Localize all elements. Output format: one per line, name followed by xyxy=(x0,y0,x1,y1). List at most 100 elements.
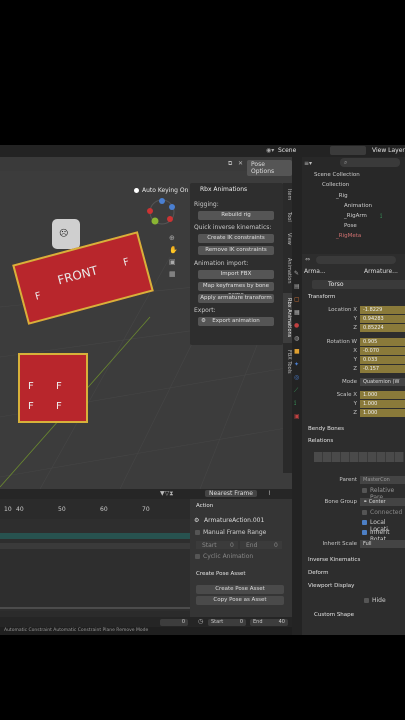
inherit-rotation-checkbox[interactable] xyxy=(362,530,367,535)
location-z-field[interactable]: 0.85224 xyxy=(360,324,405,332)
custom-shape-header[interactable]: Custom Shape xyxy=(314,612,354,618)
start-frame-field[interactable]: Start 0 xyxy=(208,619,246,626)
pose-options-dropdown[interactable]: Pose Options xyxy=(247,160,292,176)
scene-field[interactable] xyxy=(330,146,366,155)
physics-icon[interactable]: ◎ xyxy=(294,371,300,384)
scale-x-field[interactable]: 1.000 xyxy=(360,391,405,399)
overlay-icon[interactable]: ⧉ xyxy=(228,160,232,168)
current-frame-field[interactable]: 0 xyxy=(160,619,188,626)
action-name[interactable]: ArmatureAction.001 xyxy=(204,517,264,524)
channel-row[interactable] xyxy=(0,543,190,549)
bendy-bones-header[interactable]: Bendy Bones xyxy=(308,426,344,432)
bone-name-field[interactable] xyxy=(312,280,405,289)
3d-viewport[interactable]: ⧉ ✕ Pose Options Auto Keying On ⊕ ✋ ▣ ▦ … xyxy=(0,157,292,489)
outliner-search[interactable] xyxy=(340,158,400,167)
outliner-item[interactable]: _Rig xyxy=(336,193,348,199)
action-header[interactable]: Action xyxy=(196,503,213,509)
scene-collection[interactable]: Scene Collection xyxy=(314,172,360,178)
view-layer-selector[interactable]: View Layer xyxy=(372,147,405,154)
rotation-w-field[interactable]: 0.905 xyxy=(360,338,405,346)
bone-constraint-icon[interactable]: ⟟ xyxy=(294,397,300,410)
outliner-item[interactable]: _RigArm xyxy=(344,213,367,219)
outliner-item[interactable]: Animation xyxy=(344,203,372,209)
transform-header[interactable]: Transform xyxy=(308,294,335,300)
tab-view[interactable]: View xyxy=(283,229,292,249)
action-editor[interactable]: ▼▽⧗ Nearest Frame ⌇ 10 40 50 60 70 Actio… xyxy=(0,489,292,635)
connected-checkbox[interactable] xyxy=(362,510,367,515)
snap-icon[interactable]: ⌇ xyxy=(268,490,271,497)
viewport-display-header[interactable]: Viewport Display xyxy=(308,583,354,589)
tab-animation[interactable]: Animation xyxy=(283,251,292,291)
bone-group-field[interactable]: ⚭ Center xyxy=(360,498,405,506)
world-icon[interactable]: ◍ xyxy=(294,332,300,345)
camera-icon[interactable]: ▣ xyxy=(169,256,178,268)
rotation-y-field[interactable]: 0.033 xyxy=(360,356,405,364)
properties-editor[interactable]: ⇔ Arma... Armature... Torso Transform Lo… xyxy=(302,254,405,635)
bone-icon[interactable]: ⟋ xyxy=(294,384,300,397)
properties-tab-icons[interactable]: ✎ ▤ ▢ ▦ ● ◍ ■ ✦ ◎ ⟋ ⟟ ▣ xyxy=(294,267,300,423)
relative-parent-checkbox[interactable] xyxy=(362,488,367,493)
remove-ik-button[interactable]: Remove IK constraints xyxy=(198,246,274,255)
create-pose-header[interactable]: Create Pose Asset xyxy=(196,571,246,577)
create-pose-asset-button[interactable]: Create Pose Asset xyxy=(196,585,284,594)
inherit-scale-dropdown[interactable]: Full xyxy=(360,540,405,548)
map-keyframes-button[interactable]: Map keyframes by bone name xyxy=(198,282,274,298)
render-icon[interactable]: ▤ xyxy=(294,280,300,293)
zoom-icon[interactable]: ⊕ xyxy=(169,232,178,244)
close-icon[interactable]: ✕ xyxy=(238,160,243,167)
scale-z-field[interactable]: 1.000 xyxy=(360,409,405,417)
character-legs[interactable]: F F F F xyxy=(18,353,88,423)
local-location-checkbox[interactable] xyxy=(362,520,367,525)
grid-view-icon[interactable]: ▦ xyxy=(169,268,178,280)
scene-icon[interactable]: ◉▾ xyxy=(266,147,274,154)
rotation-mode-dropdown[interactable]: Quaternion (W xyxy=(360,378,405,386)
pin-icon[interactable]: ⇔ xyxy=(305,256,310,263)
snap-mode-dropdown[interactable]: Nearest Frame xyxy=(205,490,257,497)
rotation-z-field[interactable]: -0.157 xyxy=(360,365,405,373)
scale-y-field[interactable]: 1.000 xyxy=(360,400,405,408)
collection[interactable]: Collection xyxy=(322,182,349,188)
rebuild-rig-button[interactable]: Rebuild rig xyxy=(198,211,274,220)
copy-pose-asset-button[interactable]: Copy Pose as Asset xyxy=(196,596,284,605)
apply-transform-button[interactable]: Apply armature transform xyxy=(198,294,274,303)
scrollbar[interactable] xyxy=(0,607,190,609)
view-layer-icon[interactable]: ▦ xyxy=(294,306,300,319)
keyframe-area[interactable] xyxy=(0,519,190,611)
tab-item[interactable]: Item xyxy=(283,185,292,205)
cyclic-checkbox[interactable] xyxy=(195,554,200,559)
relations-header[interactable]: Relations xyxy=(308,438,333,444)
bone-layers-grid[interactable] xyxy=(314,452,404,462)
inverse-kinematics-header[interactable]: Inverse Kinematics xyxy=(308,557,360,563)
object-icon[interactable]: ■ xyxy=(294,345,300,358)
parent-field[interactable]: MasterCon xyxy=(360,476,405,484)
tool-icon[interactable]: ✎ xyxy=(294,267,300,280)
properties-search[interactable] xyxy=(316,256,396,264)
import-fbx-button[interactable]: Import FBX xyxy=(198,270,274,279)
character-head[interactable]: ☹ xyxy=(52,219,80,249)
channel-row[interactable] xyxy=(0,533,190,539)
modifier-icon[interactable]: ✦ xyxy=(294,358,300,371)
create-ik-button[interactable]: Create IK constraints xyxy=(198,234,274,243)
pan-hand-icon[interactable]: ✋ xyxy=(169,244,178,256)
end-frame-field[interactable]: End 40 xyxy=(250,619,288,626)
outliner[interactable]: ≡▾ ⌕ Scene Collection Collection _Rig An… xyxy=(302,157,405,254)
manual-range-checkbox[interactable] xyxy=(195,530,200,535)
export-animation-button[interactable]: ⚙ Export animation xyxy=(198,317,274,326)
location-y-field[interactable]: 0.94283 xyxy=(360,315,405,323)
outliner-item[interactable]: Pose xyxy=(344,223,357,229)
viewport-nav-tools[interactable]: ⊕ ✋ ▣ ▦ xyxy=(169,232,178,280)
scene-selector[interactable]: Scene xyxy=(278,147,296,154)
location-x-field[interactable]: -1.8229 xyxy=(360,306,405,314)
navigation-gizmo[interactable] xyxy=(142,197,182,231)
scene-icon[interactable]: ● xyxy=(294,319,300,332)
filter-icon[interactable]: ≡▾ xyxy=(304,160,312,167)
hide-checkbox[interactable] xyxy=(364,598,369,603)
tab-fbx-tools[interactable]: FBX Tools xyxy=(283,345,292,379)
filter-icon[interactable]: ▼▽⧗ xyxy=(160,490,173,498)
rotation-x-field[interactable]: -0.070 xyxy=(360,347,405,355)
output-icon[interactable]: ▢ xyxy=(294,293,300,306)
tab-rbx-animations[interactable]: Rbx Animations xyxy=(283,293,292,343)
data-icon[interactable]: ▣ xyxy=(294,410,300,423)
deform-header[interactable]: Deform xyxy=(308,570,328,576)
tab-tool[interactable]: Tool xyxy=(283,207,292,227)
